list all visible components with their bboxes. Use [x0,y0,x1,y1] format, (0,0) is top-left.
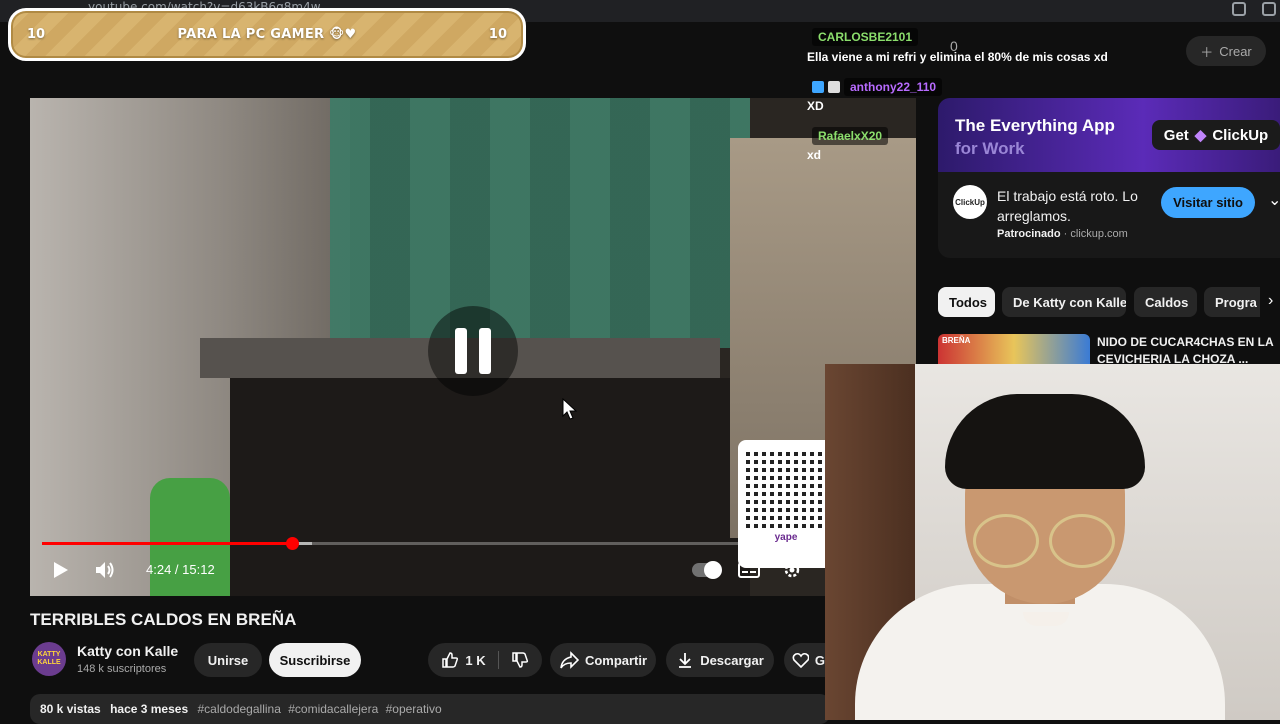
glasses-left-lens [973,514,1039,568]
video-frame-egg-trays [330,98,750,348]
ad-text: El trabajo está roto. Lo arreglamos. [997,188,1138,224]
webcam-mouth [1023,612,1069,626]
chip-programs[interactable]: Progra [1204,287,1260,317]
glasses-right-lens [1049,514,1115,568]
subtitles-icon[interactable] [738,561,760,579]
hashtag[interactable]: #caldodegallina [197,702,280,716]
join-button[interactable]: Unirse [194,643,262,677]
banner-text: PARA LA PC GAMER 🐵♥ [177,27,357,42]
banner-right-count: 10 [488,27,507,42]
chat-text: XD [807,99,824,113]
visit-site-button[interactable]: Visitar sitio [1161,187,1255,218]
settings-gear-icon[interactable] [782,560,802,580]
like-dislike-group: 1 K [428,643,542,677]
mouse-cursor-icon [562,398,578,420]
create-label: Crear [1219,43,1252,59]
thumbnail-label: BREÑA [942,336,971,345]
ad-subline: for Work [955,139,1025,158]
webcam-hair [945,394,1145,489]
ad-sponsored-line: Patrocinado · clickup.com [997,228,1128,240]
ad-domain: clickup.com [1070,228,1128,240]
like-count: 1 K [465,652,486,668]
chat-message: anthony22_110 [812,78,943,96]
subscriber-count: 148 k suscriptores [77,663,167,675]
advertiser-logo[interactable]: ClickUp [953,185,987,219]
volume-icon[interactable] [94,559,118,581]
extension-icon[interactable] [1232,2,1246,16]
thanks-label: G [814,652,825,668]
chip-caldos[interactable]: Caldos [1134,287,1197,317]
like-button[interactable]: 1 K [441,651,499,669]
video-frame-floor [230,378,750,596]
chip-channel[interactable]: De Katty con Kalle [1002,287,1126,317]
upload-age: hace 3 meses [110,702,189,716]
chat-badge-icon [828,81,840,93]
progress-scrubber[interactable] [286,537,299,550]
chat-text: xd [807,148,822,162]
clickup-icon: ◆ [1194,127,1207,144]
stream-banner: 10 PARA LA PC GAMER 🐵♥ 10 [8,8,526,61]
share-icon [560,651,579,669]
ad-brand: ClickUp [1212,126,1269,144]
chat-message: RafaelxX20 [812,127,889,145]
chevron-down-icon[interactable]: ⌄ [1268,190,1280,210]
chat-username: anthony22_110 [844,78,943,96]
chevron-right-icon[interactable]: › [1268,292,1273,310]
hashtag[interactable]: #operativo [386,702,442,716]
download-button[interactable]: Descargar [666,643,774,677]
chat-text: Ella viene a mi refri y elimina el 80% d… [807,50,1108,64]
share-button[interactable]: Compartir [550,643,656,677]
pause-overlay-icon[interactable] [428,306,518,396]
heart-dollar-icon [792,652,809,669]
share-label: Compartir [584,652,648,668]
ad-get-button[interactable]: Get ◆ ClickUp [1152,120,1280,150]
qr-grid [746,448,826,528]
sponsored-label: Patrocinado [997,228,1061,240]
thumbs-down-icon[interactable] [511,651,529,669]
recommendation-thumbnail[interactable]: BREÑA [938,334,1090,366]
download-icon [679,653,692,668]
webcam-overlay [825,364,1280,720]
webcam-shirt [855,584,1225,720]
subscribe-button[interactable]: Suscribirse [269,643,361,677]
channel-avatar[interactable]: KATTY KALLE [32,642,66,676]
profile-icon[interactable] [1262,2,1276,16]
time-display: 4:24 / 15:12 [146,562,215,577]
chat-message: CARLOSBE2101 [812,28,919,46]
view-count: 80 k vistas [40,702,101,716]
ad-headline: The Everything App [955,116,1115,135]
subscribe-label: Suscribirse [279,652,351,668]
qr-code: yape [738,440,834,568]
chip-todos[interactable]: Todos [938,287,995,317]
progress-fill [42,542,292,545]
join-label: Unirse [207,652,249,668]
autoplay-toggle[interactable] [692,561,722,579]
create-button[interactable]: ＋ Crear [1186,36,1266,66]
recommendation-title[interactable]: NIDO DE CUCAR4CHAS EN LA CEVICHERIA LA C… [1097,334,1275,366]
video-frame-green-bag [150,478,230,596]
download-label: Descargar [700,652,764,668]
chat-badge-icon [812,81,824,93]
thanks-button[interactable]: G [784,643,825,677]
chat-username: CARLOSBE2101 [812,28,919,46]
video-player[interactable]: yape 4:24 / 15:12 [30,98,916,596]
channel-name[interactable]: Katty con Kalle [77,643,178,659]
chat-username: RafaelxX20 [812,127,889,145]
hashtag[interactable]: #comidacallejera [288,702,378,716]
play-icon[interactable] [50,560,70,580]
video-title: TERRIBLES CALDOS EN BREÑA [30,610,297,629]
banner-left-count: 10 [27,27,46,42]
ad-get-label: Get [1163,126,1189,144]
plus-icon: ＋ [1200,44,1214,60]
thumbs-up-icon [442,652,459,668]
